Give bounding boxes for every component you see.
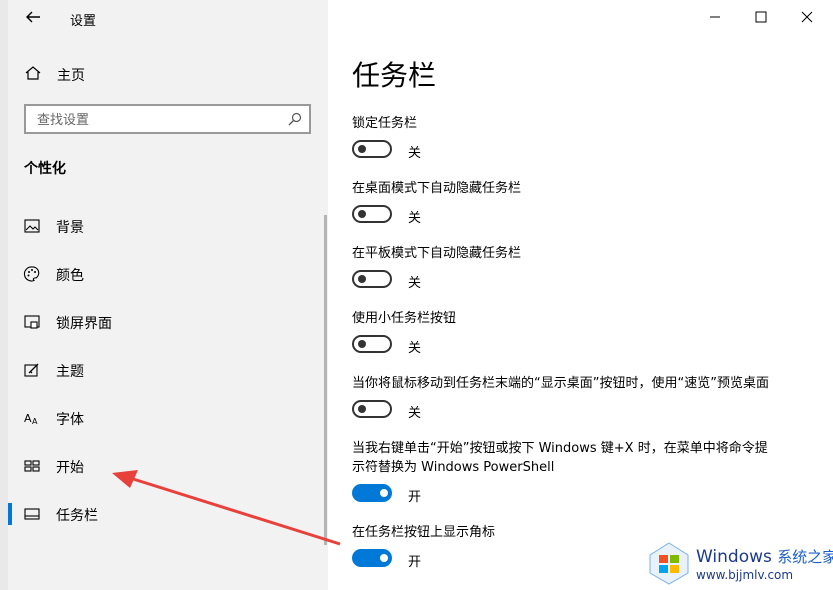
toggle-knob	[358, 340, 366, 348]
toggle-knob	[358, 145, 366, 153]
theme-icon	[24, 363, 39, 377]
small-buttons-toggle[interactable]	[352, 335, 392, 353]
back-button[interactable]	[22, 6, 44, 28]
toggle-state-label: 开	[408, 555, 422, 570]
start-icon	[24, 460, 40, 472]
setting-label-autohide-tablet: 在平板模式下自动隐藏任务栏	[352, 246, 522, 261]
taskbar-icon	[24, 508, 40, 520]
sidebar-item-label: 开始	[56, 460, 84, 476]
sidebar-item-taskbar[interactable]: 任务栏	[8, 494, 328, 534]
close-button[interactable]	[784, 0, 830, 34]
sidebar-item-background[interactable]: 背景	[8, 206, 328, 246]
section-title: 个性化	[24, 161, 66, 177]
sidebar-item-lock-screen[interactable]: 锁屏界面	[8, 302, 328, 342]
toggle-state-label: 关	[408, 341, 422, 356]
sidebar-item-label: 主题	[56, 364, 84, 380]
setting-label-small-buttons: 使用小任务栏按钮	[352, 311, 457, 326]
sidebar-item-label: 颜色	[56, 268, 84, 284]
image-icon	[24, 219, 40, 233]
toggle-state-label: 关	[408, 211, 422, 226]
sidebar-item-start[interactable]: 开始	[8, 446, 328, 486]
setting-label-powershell-line2: 示符替换为 Windows PowerShell	[352, 460, 555, 475]
settings-window: 设置 主页 个性化 背景 颜色 锁屏界面 主题 AA 字体	[8, 0, 833, 590]
home-icon	[25, 66, 41, 80]
toggle-state-label: 关	[408, 406, 422, 421]
toggle-knob	[380, 489, 388, 497]
toggle-knob	[358, 210, 366, 218]
page-title: 任务栏	[352, 59, 437, 92]
maximize-icon	[755, 11, 767, 23]
badges-toggle[interactable]	[352, 549, 392, 567]
watermark-brand-cn: 系统之家	[777, 548, 833, 566]
windows-logo-icon	[649, 542, 689, 585]
toggle-state-label: 关	[408, 146, 422, 161]
minimize-icon	[710, 16, 720, 18]
setting-label-powershell-line1: 当我右键单击“开始”按钮或按下 Windows 键+X 时，在菜单中将命令提	[352, 441, 768, 456]
main-panel: 任务栏 锁定任务栏 关 在桌面模式下自动隐藏任务栏 关 在平板模式下自动隐藏任务…	[328, 0, 833, 590]
svg-text:A: A	[24, 412, 32, 425]
sidebar-item-colors[interactable]: 颜色	[8, 254, 328, 294]
toggle-knob	[358, 275, 366, 283]
palette-icon	[23, 266, 40, 282]
sidebar-item-fonts[interactable]: AA 字体	[8, 398, 328, 438]
setting-label-badges: 在任务栏按钮上显示角标	[352, 525, 496, 540]
sidebar-scrollbar[interactable]	[324, 215, 327, 545]
sidebar-item-themes[interactable]: 主题	[8, 350, 328, 390]
lock-taskbar-toggle[interactable]	[352, 140, 392, 158]
autohide-tablet-toggle[interactable]	[352, 270, 392, 288]
search-box[interactable]	[24, 104, 311, 134]
toggle-state-label: 关	[408, 276, 422, 291]
setting-label-lock-taskbar: 锁定任务栏	[352, 116, 418, 131]
powershell-toggle[interactable]	[352, 484, 392, 502]
autohide-desktop-toggle[interactable]	[352, 205, 392, 223]
watermark-brand-en: Windows	[696, 547, 772, 567]
maximize-button[interactable]	[738, 0, 784, 34]
font-icon: AA	[24, 412, 38, 426]
lock-screen-icon	[24, 315, 40, 329]
window-title: 设置	[70, 14, 97, 29]
svg-text:A: A	[32, 417, 38, 426]
back-arrow-icon	[26, 11, 40, 23]
sidebar-item-label: 任务栏	[56, 508, 98, 524]
watermark-url: www.bjjmlv.com	[696, 568, 794, 582]
watermark-brand: Windows 系统之家	[696, 546, 833, 567]
search-icon[interactable]	[287, 111, 303, 127]
home-label: 主页	[57, 68, 85, 84]
search-input[interactable]	[35, 107, 279, 133]
setting-label-autohide-desktop: 在桌面模式下自动隐藏任务栏	[352, 181, 522, 196]
home-nav-item[interactable]: 主页	[8, 58, 328, 90]
setting-label-peek: 当你将鼠标移动到任务栏末端的“显示桌面”按钮时，使用“速览”预览桌面	[352, 376, 769, 391]
peek-toggle[interactable]	[352, 400, 392, 418]
sidebar-item-label: 锁屏界面	[56, 316, 112, 332]
selection-indicator	[8, 503, 12, 525]
toggle-knob	[358, 405, 366, 413]
close-icon	[801, 11, 813, 23]
toggle-state-label: 开	[408, 490, 422, 505]
sidebar-item-label: 背景	[56, 220, 84, 236]
minimize-button[interactable]	[692, 0, 738, 34]
sidebar: 设置 主页 个性化 背景 颜色 锁屏界面 主题 AA 字体	[8, 0, 328, 590]
sidebar-item-label: 字体	[56, 412, 84, 428]
toggle-knob	[380, 554, 388, 562]
watermark: Windows 系统之家 www.bjjmlv.com	[640, 538, 833, 588]
